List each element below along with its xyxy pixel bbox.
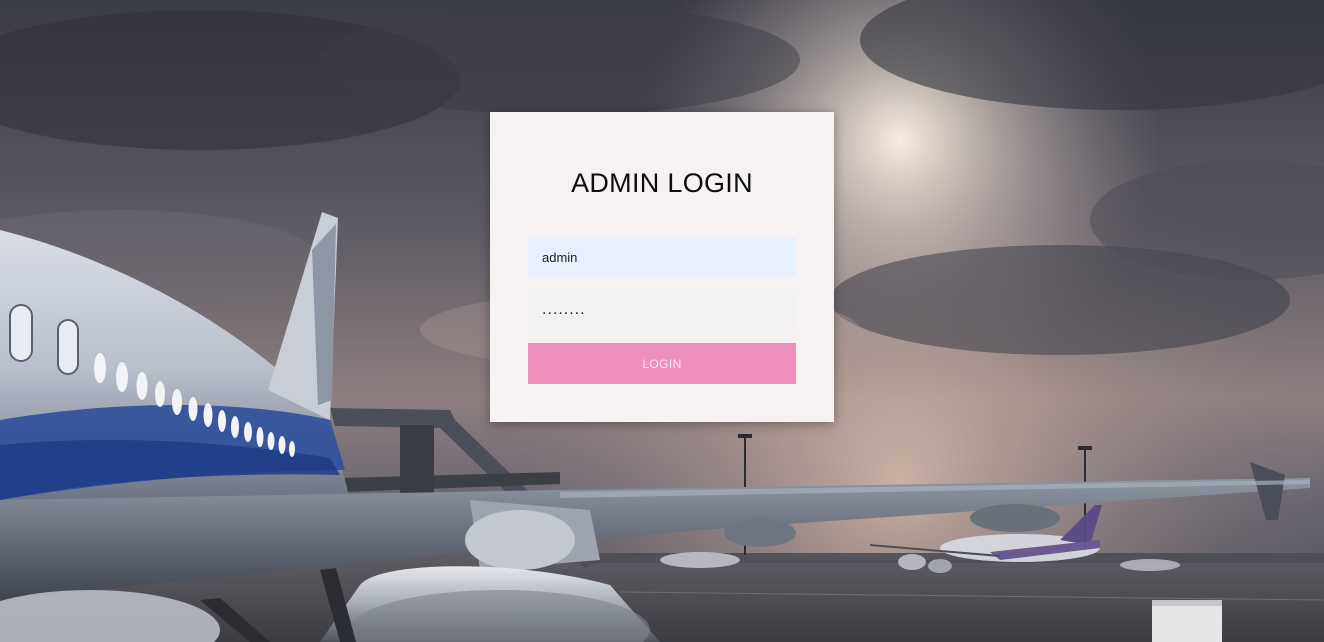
login-button[interactable]: LOGIN	[528, 343, 796, 384]
page-background: ADMIN LOGIN LOGIN	[0, 0, 1324, 642]
username-input[interactable]	[528, 237, 796, 277]
login-card: ADMIN LOGIN LOGIN	[490, 112, 834, 422]
password-input[interactable]	[528, 290, 796, 330]
login-title: ADMIN LOGIN	[571, 168, 753, 198]
